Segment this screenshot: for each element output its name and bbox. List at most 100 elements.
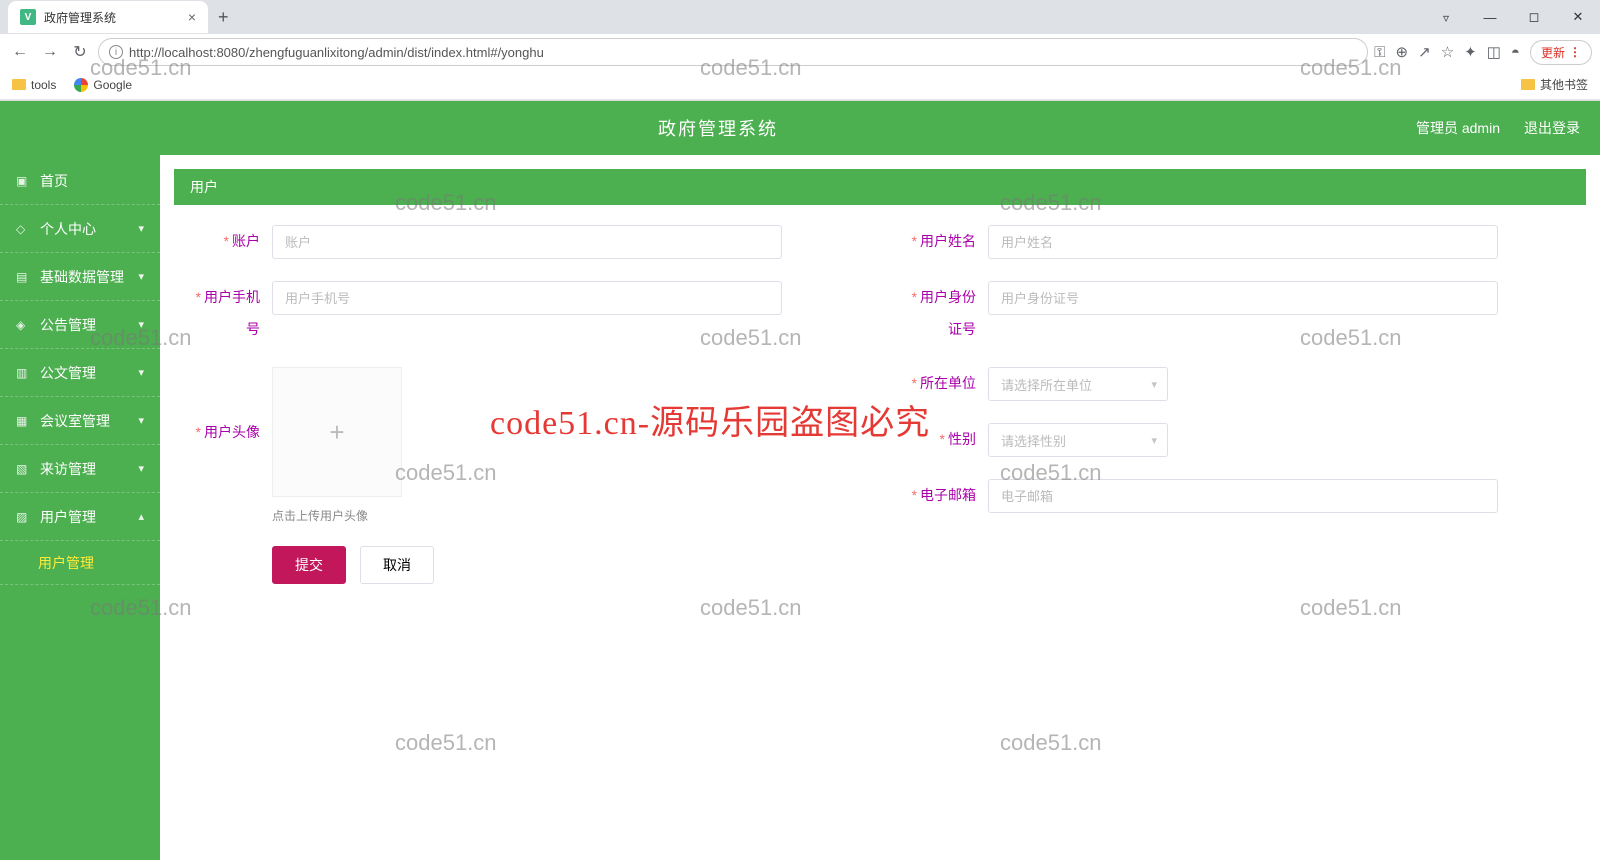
browser-tab[interactable]: V 政府管理系统 ×: [8, 1, 208, 33]
dept-select[interactable]: 请选择所在单位▾: [988, 367, 1168, 401]
label-dept: *所在单位: [900, 367, 988, 401]
app-title: 政府管理系统: [20, 115, 1416, 141]
bookmark-google[interactable]: Google: [74, 78, 132, 92]
chevron-down-icon: ▾: [1151, 378, 1157, 391]
vue-favicon-icon: V: [20, 9, 36, 25]
sidebar-item-label: 首页: [40, 171, 68, 191]
url-bar[interactable]: i http://localhost:8080/zhengfuguanlixit…: [98, 38, 1368, 66]
window-close-icon[interactable]: ✕: [1556, 9, 1600, 25]
bookmarks-bar: tools Google 其他书签: [0, 70, 1600, 100]
chevron-down-icon: ▾: [138, 462, 144, 475]
sidebar-item-label: 用户管理: [40, 507, 96, 527]
window-controls: — ◻ ✕: [1424, 0, 1600, 34]
site-info-icon[interactable]: i: [109, 45, 123, 59]
form-actions: 提交 取消: [184, 546, 1576, 584]
sidebar-item-label: 公文管理: [40, 363, 96, 383]
chevron-down-icon: ▾: [138, 414, 144, 427]
side-panel-icon[interactable]: ◫: [1487, 43, 1501, 61]
main-content: 用户 *账户 *用户姓名 *用户手机号 *用户身份证号: [160, 155, 1600, 860]
sidebar-item-label: 公告管理: [40, 315, 96, 335]
avatar-upload-hint: 点击上传用户头像: [272, 507, 782, 524]
sidebar-item-notice[interactable]: ◈ 公告管理 ▾: [0, 301, 160, 349]
plus-icon: +: [329, 417, 344, 448]
sidebar-item-label: 来访管理: [40, 459, 96, 479]
current-user-label[interactable]: 管理员 admin: [1416, 118, 1500, 138]
tab-bar: V 政府管理系统 × + — ◻ ✕: [0, 0, 1600, 34]
cancel-button[interactable]: 取消: [360, 546, 434, 584]
sidebar-item-label: 个人中心: [40, 219, 96, 239]
gender-select[interactable]: 请选择性别▾: [988, 423, 1168, 457]
update-button[interactable]: 更新⋮: [1530, 40, 1592, 65]
data-icon: ▤: [16, 270, 32, 284]
logout-link[interactable]: 退出登录: [1524, 118, 1580, 138]
sidebar-item-home[interactable]: ▣ 首页: [0, 157, 160, 205]
panel-header: 用户: [174, 169, 1586, 205]
folder-icon: [12, 79, 26, 90]
tab-title: 政府管理系统: [44, 9, 116, 26]
chevron-down-icon: ▾: [1151, 434, 1157, 447]
google-icon: [74, 78, 88, 92]
back-icon[interactable]: ←: [8, 43, 32, 61]
user-form: *账户 *用户姓名 *用户手机号 *用户身份证号: [174, 205, 1586, 594]
label-gender: *性别: [900, 423, 988, 457]
browser-chrome: V 政府管理系统 × + — ◻ ✕ ← → ↻ i http://localh…: [0, 0, 1600, 101]
chevron-down-icon: ▾: [138, 318, 144, 331]
sidebar-item-profile[interactable]: ◇ 个人中心 ▾: [0, 205, 160, 253]
label-username: *用户姓名: [900, 225, 988, 257]
nav-bar: ← → ↻ i http://localhost:8080/zhengfugua…: [0, 34, 1600, 70]
chevron-down-icon: ▾: [138, 222, 144, 235]
doc-icon: ▥: [16, 366, 32, 380]
username-input[interactable]: [988, 225, 1498, 259]
sidebar-subitem-usermgmt[interactable]: 用户管理: [0, 541, 160, 585]
new-tab-button[interactable]: +: [208, 7, 239, 28]
window-dropdown-icon[interactable]: [1424, 10, 1468, 25]
window-minimize-icon[interactable]: —: [1468, 10, 1512, 25]
label-avatar: *用户头像: [184, 367, 272, 497]
sidebar-item-document[interactable]: ▥ 公文管理 ▾: [0, 349, 160, 397]
window-maximize-icon[interactable]: ◻: [1512, 9, 1556, 25]
tab-close-icon[interactable]: ×: [188, 9, 196, 25]
user-area: 管理员 admin 退出登录: [1416, 118, 1580, 138]
idcard-input[interactable]: [988, 281, 1498, 315]
sidebar-item-basedata[interactable]: ▤ 基础数据管理 ▾: [0, 253, 160, 301]
forward-icon[interactable]: →: [38, 43, 62, 61]
avatar-upload[interactable]: +: [272, 367, 402, 497]
bookmark-tools[interactable]: tools: [12, 78, 56, 92]
chevron-up-icon: ▴: [138, 510, 144, 523]
email-input[interactable]: [988, 479, 1498, 513]
reload-icon[interactable]: ↻: [68, 42, 92, 62]
label-idcard: *用户身份证号: [900, 281, 988, 345]
folder-icon: [1521, 79, 1535, 90]
label-email: *电子邮箱: [900, 479, 988, 513]
layout: ▣ 首页 ◇ 个人中心 ▾ ▤ 基础数据管理 ▾ ◈ 公告管理 ▾ ▥ 公文管理 ▾ ▦ 会议室管理…: [0, 155, 1600, 860]
meeting-icon: ▦: [16, 414, 32, 428]
app-header: 政府管理系统 管理员 admin 退出登录: [0, 101, 1600, 155]
sidebar-item-label: 基础数据管理: [40, 267, 124, 287]
zoom-icon[interactable]: ⊕: [1396, 43, 1409, 61]
phone-input[interactable]: [272, 281, 782, 315]
nav-right: ⚿ ⊕ ↗ ☆ ✦ ◫ ◓ 更新⋮: [1374, 40, 1592, 65]
home-icon: ▣: [16, 174, 32, 188]
sidebar-item-label: 会议室管理: [40, 411, 110, 431]
sidebar-item-meeting[interactable]: ▦ 会议室管理 ▾: [0, 397, 160, 445]
account-input[interactable]: [272, 225, 782, 259]
submit-button[interactable]: 提交: [272, 546, 346, 584]
extensions-icon[interactable]: ✦: [1464, 43, 1477, 61]
label-account: *账户: [184, 225, 272, 257]
sidebar-item-usermgmt[interactable]: ▨ 用户管理 ▴: [0, 493, 160, 541]
key-icon[interactable]: ⚿: [1374, 44, 1385, 61]
sidebar: ▣ 首页 ◇ 个人中心 ▾ ▤ 基础数据管理 ▾ ◈ 公告管理 ▾ ▥ 公文管理 ▾ ▦ 会议室管理…: [0, 155, 160, 860]
chevron-down-icon: ▾: [138, 270, 144, 283]
bookmark-star-icon[interactable]: ☆: [1441, 43, 1454, 61]
users-icon: ▨: [16, 510, 32, 524]
label-phone: *用户手机号: [184, 281, 272, 345]
bookmark-other[interactable]: 其他书签: [1521, 76, 1588, 93]
visit-icon: ▧: [16, 462, 32, 476]
notice-icon: ◈: [16, 318, 32, 332]
sidebar-item-visit[interactable]: ▧ 来访管理 ▾: [0, 445, 160, 493]
url-text: http://localhost:8080/zhengfuguanlixiton…: [129, 45, 544, 60]
profile-icon[interactable]: ◓: [1511, 44, 1520, 61]
chevron-down-icon: ▾: [138, 366, 144, 379]
user-icon: ◇: [16, 222, 32, 236]
share-icon[interactable]: ↗: [1418, 43, 1431, 61]
